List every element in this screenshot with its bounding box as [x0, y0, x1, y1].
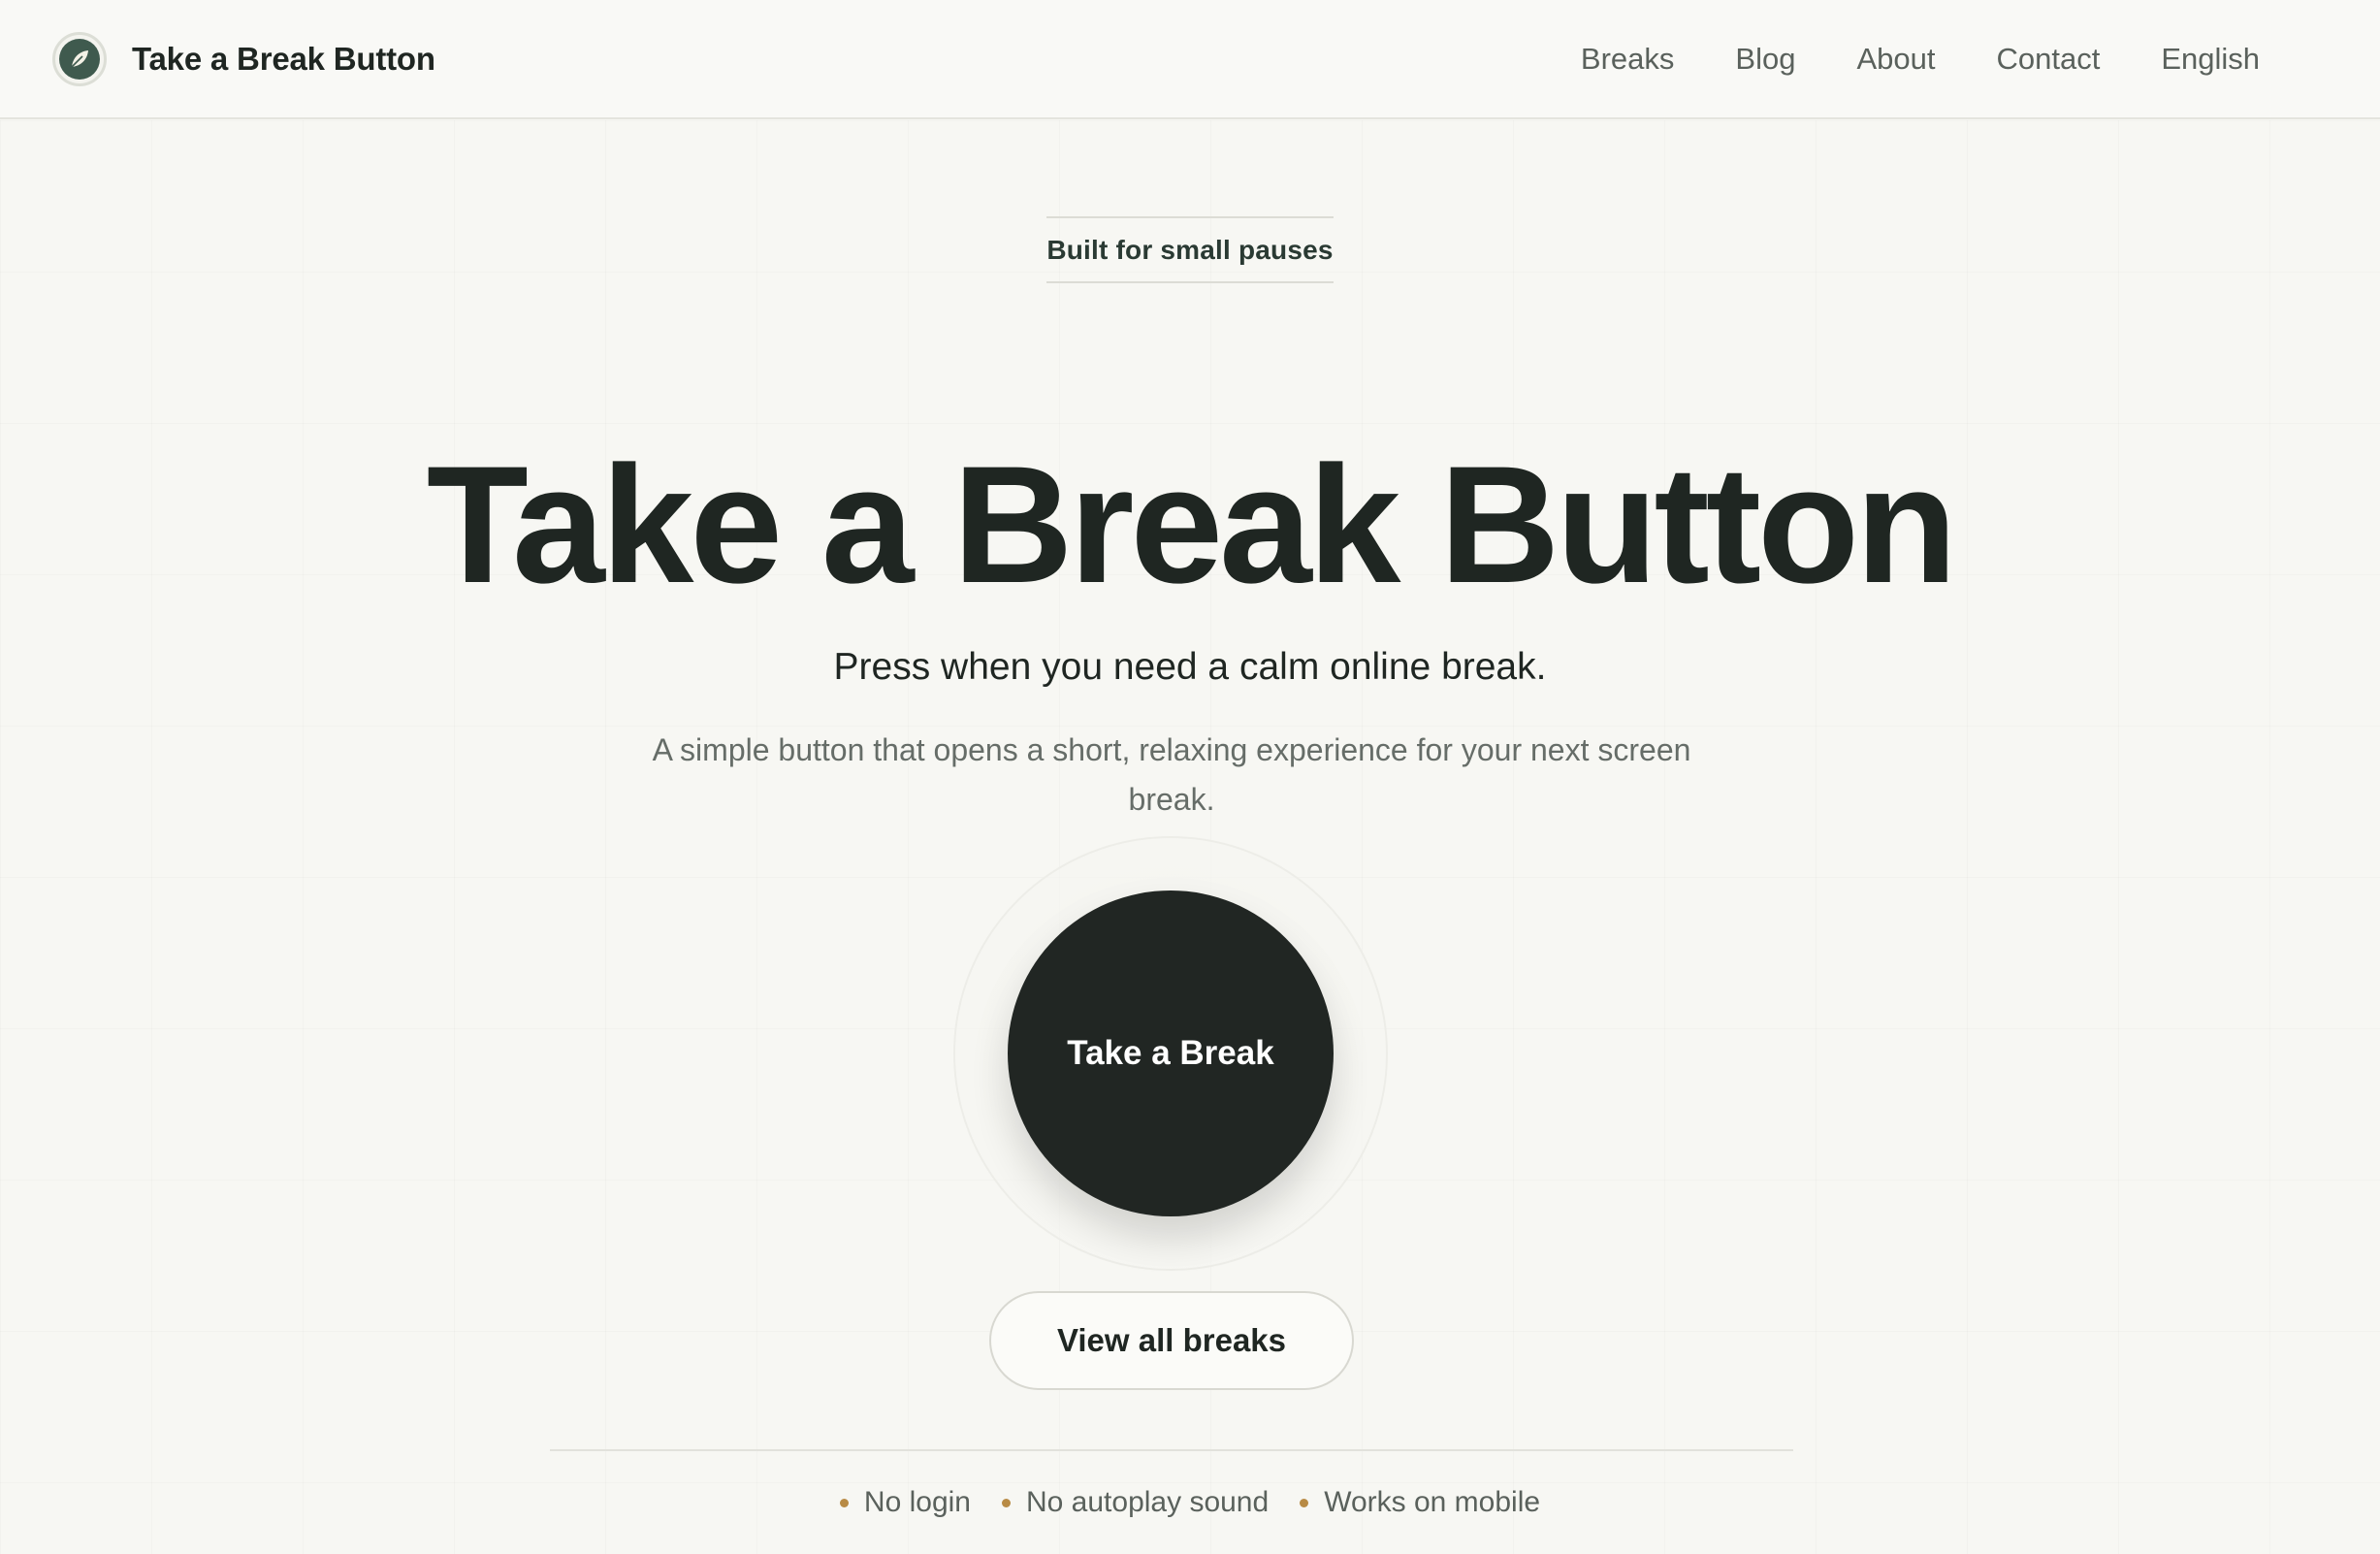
hero-description: A simple button that opens a short, rela…	[652, 732, 1691, 817]
brand-name[interactable]: Take a Break Button	[132, 41, 435, 78]
page-title: Take a Break Button	[426, 432, 1957, 618]
site-header: Take a Break Button Breaks Blog About Co…	[0, 0, 2380, 119]
view-all-breaks-button[interactable]: View all breaks	[989, 1291, 1354, 1390]
bullet-dot-icon	[839, 1498, 849, 1507]
brand[interactable]: Take a Break Button	[52, 31, 435, 86]
feature-label: No login	[863, 1486, 971, 1518]
nav-about[interactable]: About	[1856, 42, 1935, 77]
main-nav: Breaks Blog About Contact English	[1581, 42, 2260, 77]
feature-label: Works on mobile	[1324, 1486, 1541, 1518]
feature-list: No login No autoplay sound Works on mobi…	[0, 1486, 2380, 1519]
feature-item: No login	[839, 1486, 971, 1519]
take-a-break-button[interactable]: Take a Break	[1008, 890, 1334, 1216]
feature-label: No autoplay sound	[1026, 1486, 1270, 1518]
divider	[550, 1449, 1793, 1451]
nav-blog[interactable]: Blog	[1735, 42, 1795, 77]
eyebrow-container: Built for small pauses	[0, 216, 2380, 283]
nav-breaks[interactable]: Breaks	[1581, 42, 1674, 77]
bullet-dot-icon	[1002, 1498, 1011, 1507]
hero-subtitle: Press when you need a calm online break.	[833, 646, 1547, 688]
feature-item: Works on mobile	[1300, 1486, 1540, 1519]
feature-item: No autoplay sound	[1002, 1486, 1269, 1519]
logo[interactable]	[52, 31, 107, 86]
eyebrow-label: Built for small pauses	[1046, 216, 1334, 283]
nav-contact[interactable]: Contact	[1996, 42, 2100, 77]
language-selector[interactable]: English	[2161, 42, 2260, 77]
leaf-icon	[59, 38, 100, 80]
bullet-dot-icon	[1300, 1498, 1309, 1507]
